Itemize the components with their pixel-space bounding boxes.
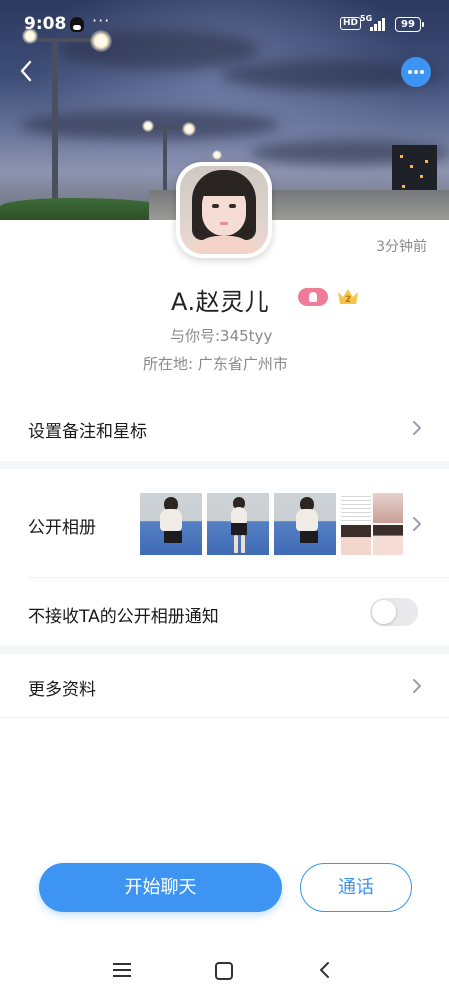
album-notify-label: 不接收TA的公开相册通知 bbox=[28, 607, 219, 627]
account-id: 与你号:345tyy bbox=[170, 327, 273, 345]
system-navigation-bar bbox=[0, 940, 449, 1000]
back-button[interactable] bbox=[14, 58, 40, 84]
last-seen-time: 3分钟前 bbox=[376, 239, 427, 255]
hd-icon: HD bbox=[340, 17, 362, 30]
album-photo[interactable] bbox=[140, 493, 202, 555]
qq-notification-icon bbox=[70, 17, 84, 32]
more-dots-icon bbox=[408, 70, 412, 74]
vip-badge-icon[interactable] bbox=[298, 288, 328, 306]
status-more-indicator: ··· bbox=[92, 11, 111, 30]
status-time: 9:08 bbox=[24, 14, 67, 34]
album-notify-toggle[interactable] bbox=[370, 598, 418, 626]
more-options-button[interactable] bbox=[401, 57, 431, 87]
section-divider bbox=[0, 461, 449, 469]
album-label: 公开相册 bbox=[28, 518, 96, 538]
start-chat-button[interactable]: 开始聊天 bbox=[39, 863, 282, 912]
call-button[interactable]: 通话 bbox=[300, 863, 412, 912]
chevron-right-icon bbox=[413, 517, 421, 531]
more-info-row[interactable]: 更多资料 bbox=[0, 655, 449, 717]
avatar[interactable] bbox=[176, 162, 272, 258]
chevron-left-icon bbox=[20, 60, 32, 82]
signal-icon bbox=[364, 17, 388, 31]
status-bar: 9:08 ··· HD 5G 99 bbox=[0, 0, 449, 50]
menu-icon[interactable] bbox=[113, 963, 131, 977]
battery-icon: 99 bbox=[395, 17, 424, 32]
section-divider bbox=[0, 646, 449, 654]
album-photo[interactable] bbox=[274, 493, 336, 555]
profile-name: A.赵灵儿 bbox=[171, 288, 270, 316]
home-icon[interactable] bbox=[215, 962, 233, 980]
location: 所在地: 广东省广州市 bbox=[143, 355, 288, 373]
row-divider bbox=[28, 577, 449, 578]
remark-row[interactable]: 设置备注和星标 bbox=[0, 398, 449, 458]
back-icon[interactable] bbox=[316, 960, 334, 980]
album-photo[interactable] bbox=[341, 493, 403, 555]
remark-label: 设置备注和星标 bbox=[28, 422, 147, 442]
chevron-right-icon bbox=[413, 421, 421, 435]
album-photo[interactable] bbox=[207, 493, 269, 555]
crown-level-icon[interactable]: 2 bbox=[336, 286, 360, 306]
row-divider bbox=[0, 717, 449, 718]
chevron-right-icon bbox=[413, 679, 421, 693]
crown-level-number: 2 bbox=[345, 295, 351, 305]
more-info-label: 更多资料 bbox=[28, 680, 96, 700]
